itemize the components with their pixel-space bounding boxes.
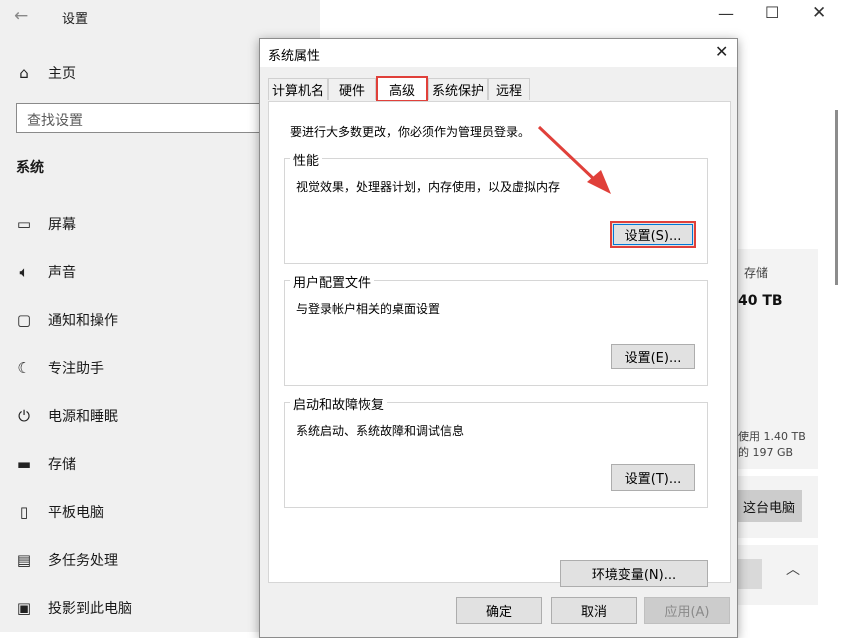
nav-item-label: 电源和睡眠 xyxy=(48,409,118,425)
annotation-arrow xyxy=(537,125,611,194)
button-label: 取消 xyxy=(580,605,607,620)
tab-advanced[interactable]: 高级 xyxy=(376,76,428,102)
user-profiles-title: 用户配置文件 xyxy=(290,272,375,291)
button-label: 设置(S)... xyxy=(624,229,682,244)
maximize-icon[interactable]: ☐ xyxy=(765,3,779,22)
collapsed-panel: ︿ xyxy=(736,545,818,605)
nav-item-label: 平板电脑 xyxy=(48,505,104,521)
nav-item-label: 投影到此电脑 xyxy=(48,601,132,617)
user-profiles-settings-button[interactable]: 设置(E)... xyxy=(611,344,695,369)
nav-item-label: 存储 xyxy=(48,457,76,473)
performance-group: 性能 视觉效果，处理器计划，内存使用，以及虚拟内存 设置(S)... xyxy=(284,150,708,264)
search-placeholder: 查找设置 xyxy=(27,113,83,129)
tab-remote[interactable]: 远程 xyxy=(488,78,530,100)
nav-item-label: 屏幕 xyxy=(48,217,76,233)
user-profiles-desc: 与登录帐户相关的桌面设置 xyxy=(296,302,441,316)
home-icon: ⌂ xyxy=(19,64,29,82)
notification-icon: ▢ xyxy=(16,311,32,329)
storage-card-size: 40 TB xyxy=(738,293,783,309)
storage-card-title: 存储 xyxy=(744,266,769,280)
nav-item-label: 通知和操作 xyxy=(48,313,118,329)
button-label: 确定 xyxy=(485,605,512,620)
dialog-title: 系统属性 xyxy=(268,49,321,64)
button-label: 设置(E)... xyxy=(624,351,682,366)
this-pc-button[interactable]: 这台电脑 xyxy=(736,490,802,522)
minimize-icon[interactable]: — xyxy=(718,4,734,23)
speaker-icon: 🔈︎ xyxy=(19,263,29,281)
tablet-icon: ▯ xyxy=(19,503,29,521)
back-arrow-icon[interactable]: ← xyxy=(14,6,28,26)
scrollbar-thumb[interactable] xyxy=(835,110,838,285)
section-label-system: 系统 xyxy=(16,160,44,176)
startup-recovery-settings-button[interactable]: 设置(T)... xyxy=(611,464,695,491)
performance-settings-button[interactable]: 设置(S)... xyxy=(610,221,696,248)
user-profiles-group: 用户配置文件 与登录帐户相关的桌面设置 设置(E)... xyxy=(284,272,708,386)
startup-recovery-title: 启动和故障恢复 xyxy=(290,394,388,413)
button-label: 应用(A) xyxy=(664,605,710,620)
button-label: 环境变量(N)... xyxy=(591,568,677,583)
multitask-icon: ▤ xyxy=(16,551,32,569)
startup-recovery-desc: 系统启动、系统故障和调试信息 xyxy=(296,424,465,438)
close-window-icon[interactable]: ✕ xyxy=(812,3,826,23)
tab-label: 远程 xyxy=(495,84,522,99)
project-icon: ▣ xyxy=(16,599,32,617)
storage-card-used: 使用 1.40 TB xyxy=(738,430,806,443)
tab-computer-name[interactable]: 计算机名 xyxy=(268,78,328,100)
dialog-titlebar: 系统属性 ✕ xyxy=(260,39,737,67)
tab-hardware[interactable]: 硬件 xyxy=(328,78,376,100)
tab-label: 系统保护 xyxy=(431,84,484,99)
advanced-tab-panel: 要进行大多数更改，你必须作为管理员登录。 性能 视觉效果，处理器计划，内存使用，… xyxy=(268,101,731,587)
admin-notice: 要进行大多数更改，你必须作为管理员登录。 xyxy=(290,125,531,139)
collapsed-panel-field xyxy=(736,559,762,589)
display-icon: ▭ xyxy=(16,215,32,233)
nav-item-label: 多任务处理 xyxy=(48,553,118,569)
moon-icon: ☾ xyxy=(17,359,31,377)
nav-item-label: 声音 xyxy=(48,265,76,281)
startup-recovery-group: 启动和故障恢复 系统启动、系统故障和调试信息 设置(T)... xyxy=(284,394,708,508)
nav-home-label: 主页 xyxy=(48,66,76,82)
settings-title: 设置 xyxy=(62,12,89,27)
cancel-button[interactable]: 取消 xyxy=(551,597,637,624)
apply-button[interactable]: 应用(A) xyxy=(644,597,730,624)
environment-variables-button[interactable]: 环境变量(N)... xyxy=(560,560,708,587)
storage-card-free: 的 197 GB xyxy=(738,446,794,459)
ok-button[interactable]: 确定 xyxy=(456,597,542,624)
this-pc-button-label: 这台电脑 xyxy=(742,500,795,516)
nav-item-label: 专注助手 xyxy=(48,361,104,377)
this-pc-panel: 这台电脑 xyxy=(736,476,818,538)
tab-system-protection[interactable]: 系统保护 xyxy=(428,78,488,100)
performance-title: 性能 xyxy=(290,150,323,169)
performance-desc: 视觉效果，处理器计划，内存使用，以及虚拟内存 xyxy=(296,180,561,194)
tab-label: 高级 xyxy=(388,83,415,99)
storage-card: 存储 40 TB 使用 1.40 TB 的 197 GB xyxy=(736,249,818,469)
storage-icon: ▬ xyxy=(16,455,32,473)
tab-label: 硬件 xyxy=(338,84,365,99)
button-label: 设置(T)... xyxy=(624,472,682,487)
system-properties-dialog: 系统属性 ✕ 计算机名 硬件 高级 系统保护 远程 要进行大多数更改，你必须作为… xyxy=(259,38,738,638)
dialog-close-icon[interactable]: ✕ xyxy=(715,42,728,61)
power-icon: ⏻ xyxy=(18,407,30,425)
tab-label: 计算机名 xyxy=(271,84,324,99)
chevron-up-icon[interactable]: ︿ xyxy=(786,559,800,579)
